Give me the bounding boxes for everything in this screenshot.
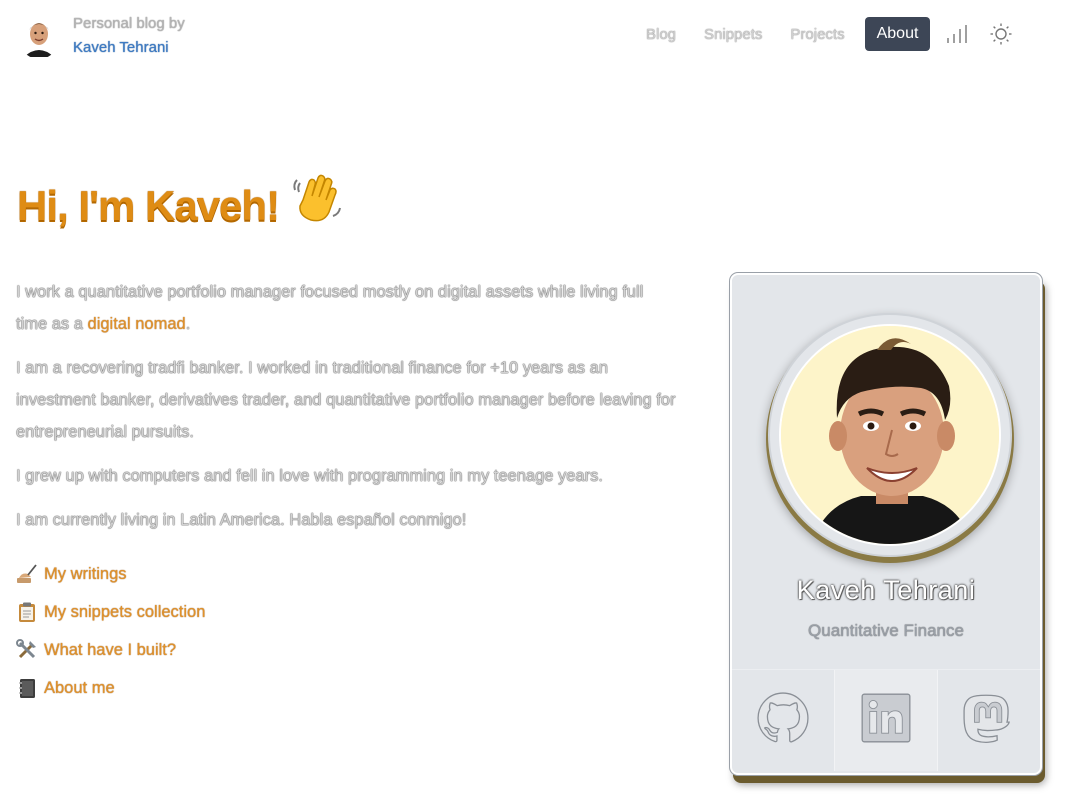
mastodon-icon [963,692,1015,749]
clipboard-icon [16,601,38,623]
link-my-writings[interactable]: My writings [16,555,205,593]
writing-hand-icon [16,563,38,585]
tools-icon [16,639,38,661]
linkedin-link[interactable] [834,670,938,771]
profile-photo-frame [770,315,1010,555]
link-my-snippets-collection[interactable]: My snippets collection [16,593,205,631]
waving-hand-icon [289,170,345,236]
brand[interactable]: Personal blog by Kaveh Tehrani [18,12,185,60]
profile-photo [779,324,1001,546]
hero-title: Hi, I'm Kaveh! [17,170,345,236]
nav-blog[interactable]: Blog [632,18,690,51]
github-icon [757,692,809,749]
github-link[interactable] [732,670,834,771]
link-what-have-i-built[interactable]: What have I built? [16,631,205,669]
intro-paragraph-2: I am a recovering tradfi banker. I worke… [16,359,676,441]
link-label: About me [44,678,115,697]
sun-icon[interactable] [984,17,1018,51]
brand-kicker: Personal blog by [73,15,185,32]
link-label: What have I built? [44,640,177,659]
notebook-icon [16,677,38,699]
card-name: Kaveh Tehrani [796,575,976,605]
mastodon-link[interactable] [938,670,1040,771]
link-label: My snippets collection [44,602,206,621]
site-header: Personal blog by Kaveh Tehrani Blog Snip… [0,0,1069,72]
hero-greeting: Hi, I'm Kaveh! [17,182,280,229]
digital-nomad-link[interactable]: digital nomad [88,315,186,333]
brand-author-link[interactable]: Kaveh Tehrani [73,36,185,60]
linkedin-icon [860,692,912,749]
profile-card: Kaveh Tehrani Quantitative Finance [730,273,1042,775]
social-links [732,669,1040,771]
intro-paragraph-3: I grew up with computers and fell in lov… [16,467,603,485]
nav-snippets[interactable]: Snippets [690,18,776,51]
main-nav: Blog Snippets Projects About [632,17,1018,51]
author-avatar[interactable] [18,13,60,59]
nav-about[interactable]: About [864,17,931,51]
quick-links: My writings My snippets collection What … [16,555,205,707]
intro-paragraph-1: I work a quantitative portfolio manager … [16,276,676,340]
intro-paragraph-4: I am currently living in Latin America. … [16,511,467,529]
card-title: Quantitative Finance [808,621,964,640]
intro-section: I work a quantitative portfolio manager … [16,276,676,548]
link-label: My writings [44,564,127,583]
nav-projects[interactable]: Projects [776,18,858,51]
intro-text-end: . [185,315,191,333]
bar-chart-icon[interactable] [940,17,974,51]
link-about-me[interactable]: About me [16,669,205,707]
